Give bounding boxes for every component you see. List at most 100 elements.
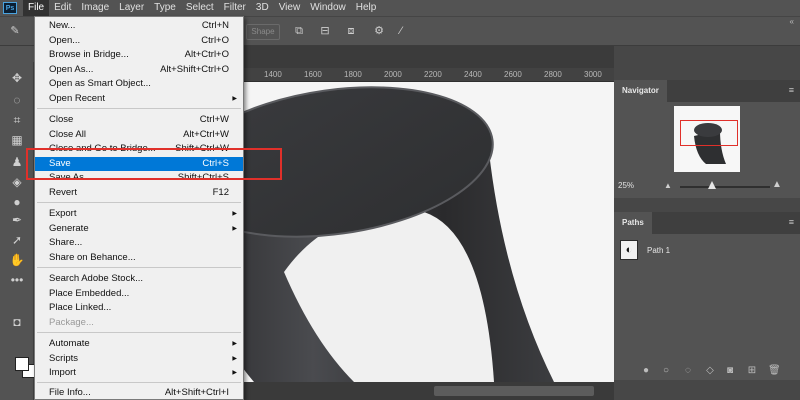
more-tools-icon[interactable]: •••	[9, 272, 25, 288]
gear-icon[interactable]: ⚙	[372, 24, 386, 38]
zoom-percentage[interactable]: 25%	[618, 181, 634, 190]
paths-panel-footer: ● ○ ◌ ◇ ◙ ⊞ 🗑	[614, 362, 800, 380]
menu-edit[interactable]: Edit	[49, 0, 76, 16]
menu-item-browse-in-bridge[interactable]: Browse in Bridge... Alt+Ctrl+O	[35, 48, 243, 62]
menu-item-search-adobe-stock[interactable]: Search Adobe Stock...	[35, 272, 243, 286]
menu-item-new[interactable]: New... Ctrl+N	[35, 19, 243, 33]
panel-menu-icon[interactable]: ≡	[789, 85, 794, 95]
path-arrangement-icon[interactable]: ⧈	[344, 24, 358, 38]
menu-item-share-on-behance[interactable]: Share on Behance...	[35, 251, 243, 265]
submenu-arrow-icon: ▶	[232, 95, 237, 102]
scrollbar-thumb[interactable]	[434, 386, 594, 396]
submenu-arrow-icon: ▶	[232, 355, 237, 362]
menu-select[interactable]: Select	[181, 0, 219, 16]
crop-tool-icon[interactable]: ⌗	[9, 112, 25, 128]
auto-add-delete-icon[interactable]: ⁄	[394, 24, 408, 38]
add-mask-icon[interactable]: ◙	[724, 365, 736, 377]
submenu-arrow-icon: ▶	[232, 211, 237, 217]
menu-filter[interactable]: Filter	[219, 0, 251, 16]
menu-view[interactable]: View	[274, 0, 306, 16]
submenu-arrow-icon: ▶	[232, 341, 237, 347]
ruler-tick: 1400	[264, 70, 282, 79]
hand-tool-icon[interactable]: ✋	[9, 252, 25, 268]
menu-image[interactable]: Image	[76, 0, 114, 16]
menu-bar: Ps File Edit Image Layer Type Select Fil…	[0, 0, 800, 16]
menu-item-open-smart-object[interactable]: Open as Smart Object...	[35, 77, 243, 91]
make-work-path-icon[interactable]: ◇	[704, 365, 716, 377]
zoom-slider[interactable]	[680, 181, 770, 189]
menu-help[interactable]: Help	[351, 0, 382, 16]
tools-panel: ✥ ◌ ⌗ ▦ ♟ ◈ ● ✒ ➚ ✋ ••• ◘	[0, 62, 36, 400]
delete-path-icon[interactable]: 🗑	[768, 365, 781, 377]
ruler-tick: 2000	[384, 70, 402, 79]
path-row[interactable]	[614, 238, 800, 264]
path-thumbnail: ◐	[620, 240, 638, 260]
submenu-arrow-icon: ▶	[232, 370, 237, 376]
menu-item-package: Package...	[49, 316, 94, 328]
menu-separator	[37, 267, 241, 268]
menu-separator	[37, 202, 241, 203]
ruler-tick: 2800	[544, 70, 562, 79]
menu-item-open[interactable]: Open... Ctrl+O	[35, 34, 243, 48]
collapse-icon[interactable]: «	[790, 17, 794, 26]
move-tool-icon[interactable]: ✥	[9, 70, 25, 86]
submenu-arrow-icon: ▶	[232, 225, 237, 232]
load-selection-icon[interactable]: ◌	[682, 365, 694, 377]
menu-item-export[interactable]: Export ▶	[35, 207, 243, 221]
menu-item-revert[interactable]: Revert F12	[35, 186, 243, 200]
ruler-tick: 1800	[344, 70, 362, 79]
blur-tool-icon[interactable]: ●	[9, 194, 25, 210]
menu-layer[interactable]: Layer	[114, 0, 149, 16]
fill-path-icon[interactable]: ●	[640, 365, 652, 377]
path-operations-icon[interactable]: ⧉	[292, 24, 306, 38]
menu-item-open-recent[interactable]: Open Recent ▶	[35, 92, 243, 106]
save-highlight-callout	[26, 148, 282, 180]
photoshop-logo: Ps	[3, 2, 17, 14]
menu-item-generate[interactable]: Generate ▶	[35, 222, 243, 236]
menu-item-automate[interactable]: Automate ▶	[35, 337, 243, 351]
ruler-tick: 3000	[584, 70, 602, 79]
menu-item-open-as[interactable]: Open As... Alt+Shift+Ctrl+O	[35, 63, 243, 77]
zoom-out-icon[interactable]: ▲	[664, 181, 672, 190]
tab-navigator[interactable]: Navigator	[614, 80, 667, 102]
quick-mask-icon[interactable]: ◘	[9, 314, 25, 330]
menu-separator	[37, 108, 241, 109]
shape-button[interactable]: Shape	[246, 24, 280, 40]
menu-item-close-all[interactable]: Close All Alt+Ctrl+W	[35, 128, 243, 142]
ruler-tick: 1600	[304, 70, 322, 79]
menu-item-close[interactable]: Close Ctrl+W	[35, 113, 243, 127]
menu-item-share[interactable]: Share...	[35, 236, 243, 250]
lasso-tool-icon[interactable]: ◌	[9, 92, 25, 108]
menu-window[interactable]: Window	[305, 0, 351, 16]
zoom-slider-handle[interactable]	[708, 181, 716, 189]
menu-item-scripts[interactable]: Scripts ▶	[35, 352, 243, 366]
menu-item-file-info[interactable]: File Info... Alt+Shift+Ctrl+I	[35, 386, 243, 399]
eraser-tool-icon[interactable]: ◈	[9, 174, 25, 190]
path-name[interactable]: Path 1	[647, 246, 670, 255]
path-selection-icon[interactable]: ➚	[9, 232, 25, 248]
zoom-in-icon[interactable]: ▲	[772, 179, 782, 190]
menu-item-import[interactable]: Import ▶	[35, 366, 243, 380]
menu-item-place-linked[interactable]: Place Linked...	[35, 301, 243, 315]
menu-file[interactable]: File	[23, 0, 50, 16]
navigator-view-box[interactable]	[680, 120, 738, 146]
menu-3d[interactable]: 3D	[251, 0, 274, 16]
pen-tool-icon[interactable]: ✒	[9, 212, 25, 228]
menu-separator	[37, 382, 241, 383]
menu-type[interactable]: Type	[149, 0, 181, 16]
pen-tool-preset-icon[interactable]: ✎	[8, 24, 22, 38]
ruler-tick: 2400	[464, 70, 482, 79]
tab-paths[interactable]: Paths	[614, 212, 652, 234]
new-path-icon[interactable]: ⊞	[746, 365, 758, 377]
menu-separator	[37, 332, 241, 333]
clone-stamp-icon[interactable]: ♟	[9, 154, 25, 170]
ruler-tick: 2200	[424, 70, 442, 79]
menu-item-place-embedded[interactable]: Place Embedded...	[35, 287, 243, 301]
ruler-tick: 2600	[504, 70, 522, 79]
stroke-path-icon[interactable]: ○	[660, 365, 672, 377]
path-alignment-icon[interactable]: ⊟	[318, 24, 332, 38]
healing-brush-icon[interactable]: ▦	[9, 132, 25, 148]
file-menu-dropdown: New... Ctrl+N Open... Ctrl+O Browse in Bri…	[34, 16, 244, 400]
foreground-color-swatch[interactable]	[15, 357, 29, 371]
panel-menu-icon[interactable]: ≡	[789, 217, 794, 227]
